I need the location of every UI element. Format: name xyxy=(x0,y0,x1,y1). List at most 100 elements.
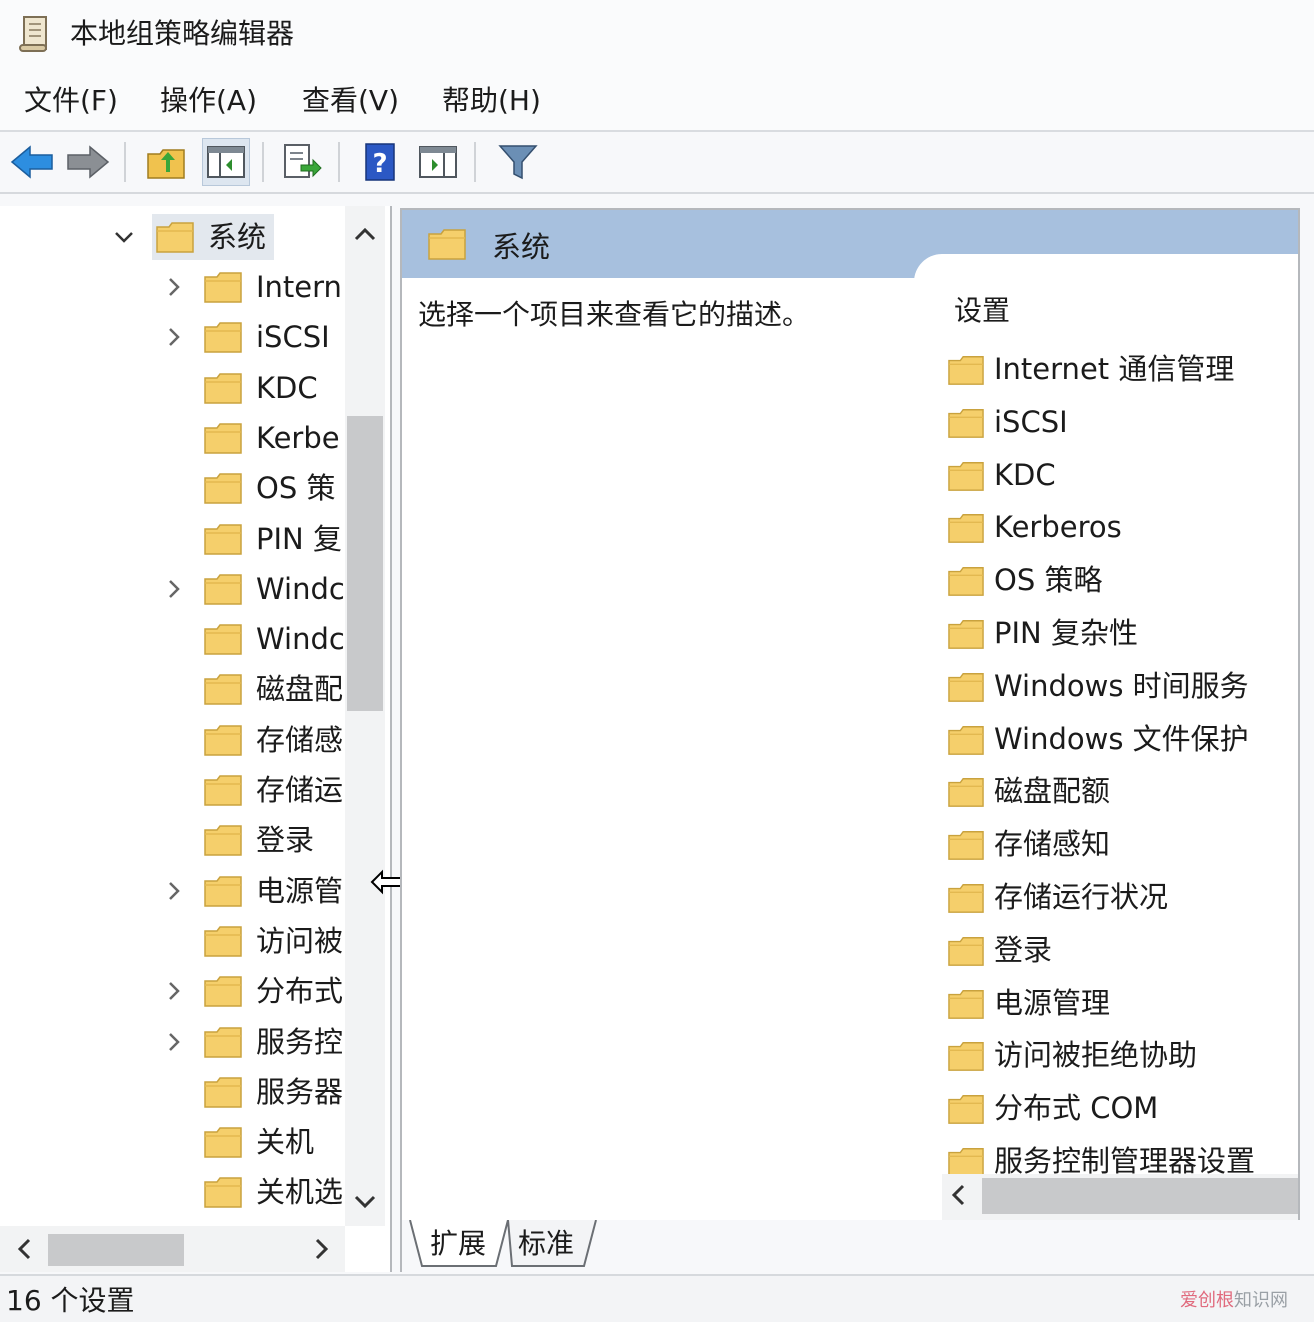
tab-standard[interactable]: 标准 xyxy=(508,1220,584,1268)
list-item[interactable]: 登录 xyxy=(948,925,1298,977)
tree-item[interactable]: OS 策 xyxy=(0,463,345,513)
tree-item[interactable]: 服务控 xyxy=(0,1017,345,1067)
scroll-up-icon[interactable] xyxy=(352,224,378,244)
chevron-right-icon[interactable] xyxy=(162,879,186,903)
tree-item[interactable]: 分布式 xyxy=(0,966,345,1016)
status-text: 16 个设置 xyxy=(6,1284,135,1317)
folder-icon xyxy=(204,623,242,655)
folder-icon xyxy=(204,422,242,454)
folder-icon xyxy=(204,1026,242,1058)
watermark: 爱创根知识网 xyxy=(1180,1290,1288,1311)
window-title: 本地组策略编辑器 xyxy=(70,17,295,50)
description-text: 选择一个项目来查看它的描述。 xyxy=(418,298,811,331)
filter-button[interactable] xyxy=(494,138,542,186)
list-item[interactable]: 分布式 COM xyxy=(948,1083,1298,1135)
export-list-button[interactable] xyxy=(278,138,326,186)
show-hide-action-pane-button[interactable] xyxy=(414,138,462,186)
scroll-left-icon[interactable] xyxy=(948,1182,968,1208)
tree-horizontal-scroll-thumb[interactable] xyxy=(48,1234,184,1266)
tree-item-label: 存储运 xyxy=(256,773,344,807)
tree-item[interactable]: KDC xyxy=(0,363,345,413)
menu-file[interactable]: 文件(F) xyxy=(24,84,118,118)
list-item[interactable]: 存储运行状况 xyxy=(948,872,1298,924)
chevron-right-icon[interactable] xyxy=(162,1030,186,1054)
list-item[interactable]: Internet 通信管理 xyxy=(948,344,1298,396)
chevron-down-icon[interactable] xyxy=(112,225,136,249)
folder-icon xyxy=(204,372,242,404)
tree-item-label: iSCSI xyxy=(256,320,330,355)
list-item-label: 访问被拒绝协助 xyxy=(994,1038,1198,1073)
folder-icon xyxy=(948,407,984,439)
toolbar: ? xyxy=(0,132,1314,194)
tree-item[interactable]: 存储运 xyxy=(0,765,345,815)
tree-item[interactable]: 关机选 xyxy=(0,1167,345,1217)
list-item-label: PIN 复杂性 xyxy=(994,616,1138,650)
tree-item[interactable]: 关机 xyxy=(0,1117,345,1167)
tree-item[interactable]: 服务器 xyxy=(0,1067,345,1117)
tree-vertical-scrollbar[interactable] xyxy=(345,206,385,1226)
list-item-label: KDC xyxy=(994,457,1056,492)
tree-item[interactable]: 存储感 xyxy=(0,715,345,765)
column-header-setting[interactable]: 设置 xyxy=(954,294,1010,328)
filter-icon xyxy=(498,145,538,180)
list-item[interactable]: 电源管理 xyxy=(948,978,1298,1030)
tree-item-label: 服务器 xyxy=(256,1074,344,1109)
folder-icon xyxy=(204,875,242,907)
folder-icon xyxy=(948,776,984,808)
list-item-label: Kerberos xyxy=(994,510,1122,545)
scroll-left-icon[interactable] xyxy=(14,1236,34,1262)
folder-icon xyxy=(948,618,984,650)
help-button[interactable]: ? xyxy=(356,138,404,186)
up-folder-icon xyxy=(147,149,185,179)
list-item[interactable]: Windows 文件保护 xyxy=(948,714,1298,766)
chevron-right-icon[interactable] xyxy=(162,577,186,601)
folder-icon xyxy=(948,724,984,756)
tree-item-label: 关机选 xyxy=(256,1175,344,1210)
tree-item[interactable]: 登录 xyxy=(0,815,345,865)
menu-view[interactable]: 查看(V) xyxy=(302,84,399,118)
chevron-right-icon[interactable] xyxy=(162,979,186,1003)
details-horizontal-scroll-thumb[interactable] xyxy=(982,1178,1298,1214)
tree-item[interactable]: Intern xyxy=(0,262,345,312)
list-item[interactable]: iSCSI xyxy=(948,397,1298,449)
list-item[interactable]: 磁盘配额 xyxy=(948,766,1298,818)
menu-action[interactable]: 操作(A) xyxy=(160,84,257,118)
scroll-down-icon[interactable] xyxy=(352,1192,378,1212)
list-item[interactable]: PIN 复杂性 xyxy=(948,608,1298,660)
tree-item[interactable]: 访问被 xyxy=(0,916,345,966)
list-item-label: 存储感知 xyxy=(994,827,1111,862)
folder-icon xyxy=(204,925,242,957)
view-tabs: 扩展 标准 xyxy=(400,1220,1300,1272)
tree-item[interactable]: 磁盘配 xyxy=(0,664,345,714)
show-hide-tree-button[interactable] xyxy=(202,138,250,186)
folder-icon xyxy=(204,523,242,555)
list-item-label: iSCSI xyxy=(994,404,1068,439)
up-one-level-button[interactable] xyxy=(142,138,190,186)
list-item[interactable]: Kerberos xyxy=(948,502,1298,554)
tree-item[interactable]: 系统 xyxy=(0,212,345,262)
back-button[interactable] xyxy=(8,138,56,186)
list-item[interactable]: Windows 时间服务 xyxy=(948,661,1298,713)
menu-help[interactable]: 帮助(H) xyxy=(442,84,541,118)
list-item[interactable]: 访问被拒绝协助 xyxy=(948,1030,1298,1082)
tree-item[interactable]: iSCSI xyxy=(0,312,345,362)
tree-item[interactable]: 电源管 xyxy=(0,866,345,916)
tree-item-label: 磁盘配 xyxy=(256,672,344,707)
folder-icon xyxy=(948,671,984,703)
chevron-right-icon[interactable] xyxy=(162,275,186,299)
tree-item[interactable]: Windc xyxy=(0,564,345,614)
list-item[interactable]: KDC xyxy=(948,450,1298,502)
folder-icon xyxy=(948,354,984,386)
list-item[interactable]: OS 策略 xyxy=(948,555,1298,607)
chevron-right-icon[interactable] xyxy=(162,325,186,349)
tree-item[interactable]: PIN 复 xyxy=(0,514,345,564)
forward-button[interactable] xyxy=(64,138,112,186)
scroll-right-icon[interactable] xyxy=(312,1236,332,1262)
list-item[interactable]: 存储感知 xyxy=(948,819,1298,871)
tree-item[interactable]: Kerbe xyxy=(0,413,345,463)
tree-vertical-scroll-thumb[interactable] xyxy=(347,416,383,711)
folder-icon xyxy=(948,1040,984,1072)
tab-extended[interactable]: 扩展 xyxy=(420,1220,496,1268)
tree-item[interactable]: Windc xyxy=(0,614,345,664)
folder-icon xyxy=(204,573,242,605)
